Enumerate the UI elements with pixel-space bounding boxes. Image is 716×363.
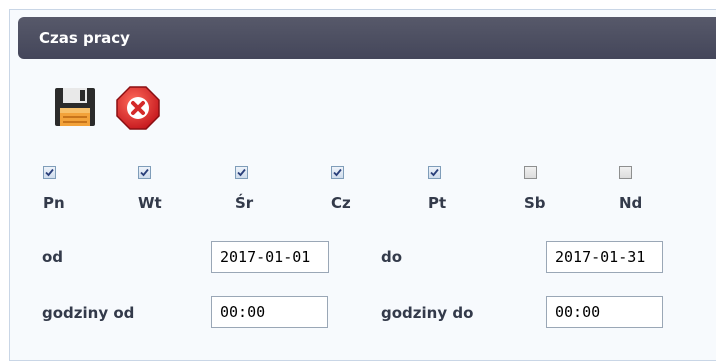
hours-from-input[interactable] [211,296,328,328]
day-checkbox[interactable] [428,166,441,179]
panel-title: Czas pracy [39,29,130,47]
day-label: Pt [428,194,447,212]
day-checkbox[interactable] [619,166,632,179]
godziny-od-label: godziny od [42,304,135,322]
day-label: Śr [235,194,254,212]
date-to-input[interactable] [546,241,663,273]
day-checkbox[interactable] [43,166,56,179]
day-label: Nd [619,194,643,212]
cancel-button[interactable] [115,85,160,130]
day-label: Sb [524,194,546,212]
day-checkbox[interactable] [524,166,537,179]
od-label: od [42,248,64,266]
date-from-input[interactable] [211,241,329,273]
hours-to-input[interactable] [546,296,663,328]
floppy-disk-icon [55,88,95,126]
day-checkbox[interactable] [138,166,151,179]
godziny-do-label: godziny do [381,304,474,322]
red-octagon-x-icon [116,86,160,130]
day-label: Pn [43,194,65,212]
day-checkbox[interactable] [235,166,248,179]
panel-header: Czas pracy [18,17,716,59]
day-label: Cz [331,194,351,212]
day-label: Wt [138,194,162,212]
do-label: do [381,248,403,266]
day-checkbox[interactable] [331,166,344,179]
save-button[interactable] [53,85,97,129]
